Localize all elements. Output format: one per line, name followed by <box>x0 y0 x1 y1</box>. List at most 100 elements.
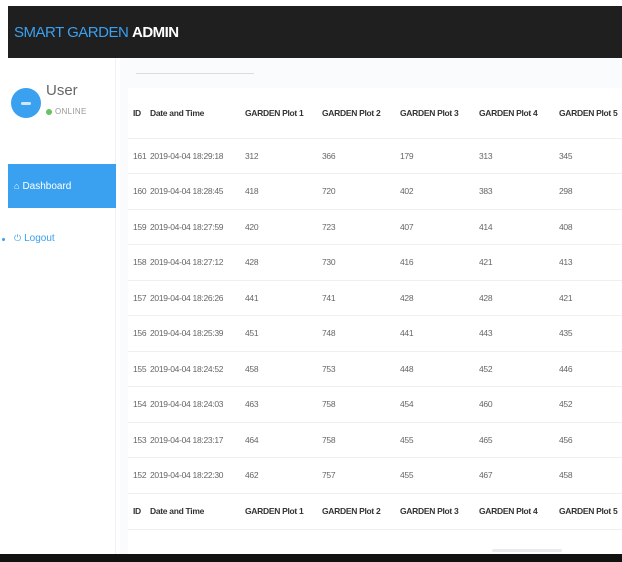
cell-plot1: 451 <box>245 315 322 351</box>
column-footer-plot3: GARDEN Plot 3 <box>400 492 479 530</box>
cell-datetime: 2019-04-04 18:27:59 <box>150 208 245 245</box>
cell-id: 156 <box>128 315 150 351</box>
column-footer-plot2: GARDEN Plot 2 <box>322 492 400 530</box>
cell-plot3: 448 <box>400 350 479 387</box>
column-header-plot5[interactable]: GARDEN Plot 5 <box>559 88 622 138</box>
online-status-icon <box>46 108 52 115</box>
table-row: 155 2019-04-04 18:24:52 458 753 448 452 … <box>128 350 622 387</box>
cell-plot1: 463 <box>245 386 322 422</box>
power-icon: ⏻ <box>14 232 22 243</box>
cell-plot5: 458 <box>559 457 622 493</box>
user-status: ONLINE <box>46 107 87 116</box>
cell-id: 160 <box>128 173 150 209</box>
top-navbar: SMART GARDEN ADMIN <box>8 6 622 58</box>
table-row: 161 2019-04-04 18:29:18 312 366 179 313 … <box>128 137 622 174</box>
sidebar-item-dashboard[interactable]: ⌂ Dashboard <box>8 164 116 208</box>
cell-plot5: 413 <box>559 244 622 280</box>
cell-plot1: 420 <box>245 208 322 245</box>
table-row: 153 2019-04-04 18:23:17 464 758 455 465 … <box>128 421 622 458</box>
table-row: 160 2019-04-04 18:28:45 418 720 402 383 … <box>128 173 622 209</box>
column-header-plot4[interactable]: GARDEN Plot 4 <box>479 88 559 138</box>
avatar <box>11 88 41 118</box>
cell-plot2: 758 <box>322 421 400 458</box>
cell-plot4: 383 <box>479 173 559 209</box>
cell-plot4: 313 <box>479 137 559 174</box>
cell-plot4: 467 <box>479 457 559 493</box>
cell-plot3: 179 <box>400 137 479 174</box>
column-footer-plot1: GARDEN Plot 1 <box>245 492 322 530</box>
cell-plot3: 407 <box>400 208 479 245</box>
brand-name: SMART GARDEN <box>14 23 129 41</box>
column-header-plot2[interactable]: GARDEN Plot 2 <box>322 88 400 138</box>
sidebar: User ONLINE ⌂ Dashboard ⏻ Logout <box>0 58 116 554</box>
cell-id: 153 <box>128 421 150 458</box>
cell-plot1: 418 <box>245 173 322 209</box>
user-panel: User ONLINE <box>8 80 116 130</box>
column-header-datetime[interactable]: Date and Time <box>150 88 245 138</box>
table-row: 159 2019-04-04 18:27:59 420 723 407 414 … <box>128 208 622 245</box>
cell-plot5: 345 <box>559 137 622 174</box>
bullet-icon <box>2 238 5 241</box>
cell-plot5: 456 <box>559 421 622 458</box>
cell-id: 152 <box>128 457 150 493</box>
user-name: User <box>46 82 78 99</box>
cell-plot4: 421 <box>479 244 559 280</box>
sidebar-item-label: Dashboard <box>22 180 72 192</box>
column-header-id[interactable]: ID <box>128 88 150 138</box>
cell-plot5: 452 <box>559 386 622 422</box>
cell-plot3: 441 <box>400 315 479 351</box>
cell-plot4: 452 <box>479 350 559 387</box>
cell-plot2: 757 <box>322 457 400 493</box>
cell-plot2: 720 <box>322 173 400 209</box>
cell-datetime: 2019-04-04 18:25:39 <box>150 315 245 351</box>
cell-datetime: 2019-04-04 18:27:12 <box>150 244 245 280</box>
table-footer-row: ID Date and Time GARDEN Plot 1 GARDEN Pl… <box>128 492 622 530</box>
cell-plot4: 460 <box>479 386 559 422</box>
cell-plot1: 458 <box>245 350 322 387</box>
column-header-plot1[interactable]: GARDEN Plot 1 <box>245 88 322 138</box>
column-footer-id: ID <box>128 492 150 530</box>
window-bottom-edge <box>0 554 622 562</box>
column-footer-plot5: GARDEN Plot 5 <box>559 492 622 530</box>
sidebar-item-label: Logout <box>24 232 55 244</box>
cell-datetime: 2019-04-04 18:22:30 <box>150 457 245 493</box>
cell-plot2: 723 <box>322 208 400 245</box>
cell-datetime: 2019-04-04 18:23:17 <box>150 421 245 458</box>
cell-plot2: 730 <box>322 244 400 280</box>
cell-plot2: 741 <box>322 279 400 316</box>
data-table-container: ID Date and Time GARDEN Plot 1 GARDEN Pl… <box>128 88 622 554</box>
brand-logo[interactable]: SMART GARDEN ADMIN <box>14 24 179 41</box>
table-row: 154 2019-04-04 18:24:03 463 758 454 460 … <box>128 386 622 422</box>
cell-plot4: 465 <box>479 421 559 458</box>
cell-plot5: 421 <box>559 279 622 316</box>
cell-plot5: 408 <box>559 208 622 245</box>
cell-plot1: 464 <box>245 421 322 458</box>
pagination-hint <box>492 549 562 552</box>
cell-plot4: 443 <box>479 315 559 351</box>
brand-suffix: ADMIN <box>131 23 179 41</box>
cell-plot2: 753 <box>322 350 400 387</box>
cell-plot3: 402 <box>400 173 479 209</box>
cell-plot3: 416 <box>400 244 479 280</box>
sidebar-item-logout[interactable]: ⏻ Logout <box>8 218 116 258</box>
table-row: 156 2019-04-04 18:25:39 451 748 441 443 … <box>128 315 622 351</box>
user-status-label: ONLINE <box>55 107 87 116</box>
search-input[interactable] <box>136 73 254 74</box>
cell-plot5: 435 <box>559 315 622 351</box>
cell-plot1: 428 <box>245 244 322 280</box>
cell-plot1: 312 <box>245 137 322 174</box>
column-header-plot3[interactable]: GARDEN Plot 3 <box>400 88 479 138</box>
home-icon: ⌂ <box>14 181 20 191</box>
cell-plot1: 441 <box>245 279 322 316</box>
column-footer-plot4: GARDEN Plot 4 <box>479 492 559 530</box>
cell-id: 159 <box>128 208 150 245</box>
avatar-image-icon <box>21 101 31 105</box>
data-table: ID Date and Time GARDEN Plot 1 GARDEN Pl… <box>128 88 622 530</box>
cell-plot2: 366 <box>322 137 400 174</box>
cell-datetime: 2019-04-04 18:24:03 <box>150 386 245 422</box>
cell-plot3: 455 <box>400 457 479 493</box>
cell-datetime: 2019-04-04 18:29:18 <box>150 137 245 174</box>
cell-plot4: 428 <box>479 279 559 316</box>
cell-plot5: 446 <box>559 350 622 387</box>
column-footer-datetime: Date and Time <box>150 492 245 530</box>
